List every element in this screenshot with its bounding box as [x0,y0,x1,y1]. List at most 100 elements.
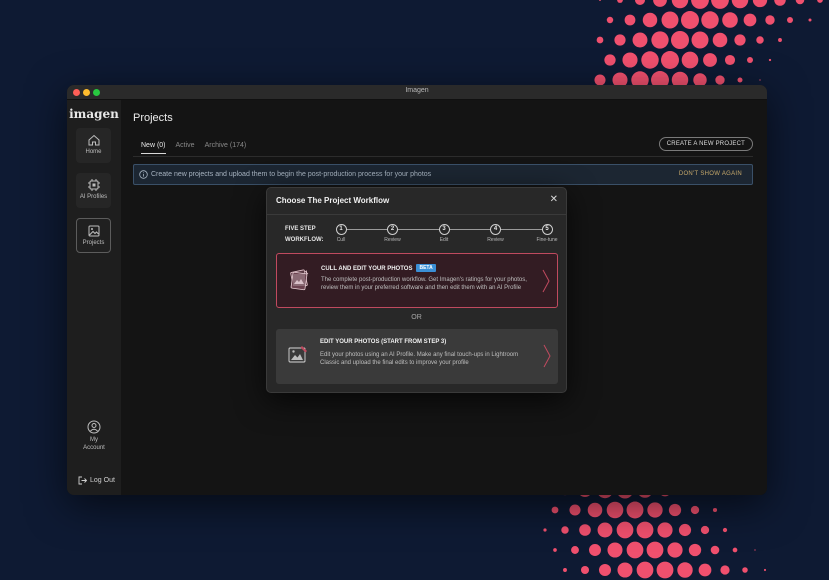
decorative-dot [636,521,654,539]
info-icon [139,170,148,179]
step-label: Edit [439,237,449,243]
decorative-dot [571,546,579,554]
edit-option-description: Edit your photos using an AI Profile. Ma… [320,352,519,366]
beta-badge: BETA [416,264,436,272]
decorative-dot [606,16,614,24]
dialog-title: Choose The Project Workflow [276,196,390,205]
step-label: Cull [336,237,346,243]
decorative-dot [626,541,644,559]
decorative-dot [710,545,720,555]
decorative-dot [703,53,717,67]
decorative-dot [543,528,547,532]
decorative-dot [712,507,718,513]
close-icon[interactable]: ✕ [550,194,558,205]
my-account-button[interactable]: My Account [67,420,121,452]
decorative-dot [587,502,603,518]
decorative-dot [632,32,648,48]
step-2: 2 Review [378,224,408,243]
decorative-dot [787,17,793,23]
decorative-dot [657,522,673,538]
chevron-right-icon [543,344,551,368]
sidebar-item-projects[interactable]: Projects [76,218,111,253]
step-number: 5 [541,224,553,235]
decorative-dot [651,31,669,49]
decorative-dot [778,38,782,42]
decorative-dot [636,561,654,579]
decorative-dot [691,31,709,49]
step-number: 3 [438,224,450,235]
workflow-dialog: Choose The Project Workflow ✕ FIVE STEP … [266,187,567,393]
decorative-dot [647,502,663,518]
decorative-dot [715,75,725,85]
decorative-dot [691,0,709,9]
decorative-dot [690,505,700,515]
decorative-dot [752,0,768,8]
step-number: 2 [387,224,398,235]
decorative-dot [711,0,729,9]
logout-button[interactable]: Log Out [78,476,115,485]
account-label-line1: My [90,437,98,443]
decorative-dot [606,501,624,519]
decorative-dot [774,0,786,6]
cull-and-edit-option[interactable]: CULL AND EDIT YOUR PHOTOS BETA The comple… [276,253,558,308]
info-banner: Create new projects and upload them to b… [133,164,753,185]
step-number: 1 [335,224,347,235]
sidebar-item-ai-profiles[interactable]: AI Profiles [76,173,111,208]
decorative-dot [734,34,746,46]
workflow-label-line1: FIVE STEP [285,226,316,232]
title-bar: Imagen [67,85,767,100]
decorative-dot [722,527,728,533]
decorative-dot [642,12,658,28]
page-title: Projects [133,112,173,124]
dont-show-again-button[interactable]: DON'T SHOW AGAIN [679,171,742,177]
or-separator: OR [411,314,422,321]
step-1: 1 Cull [326,224,356,243]
decorative-dot [681,51,699,69]
decorative-dot [561,526,569,534]
logout-label: Log Out [90,477,115,484]
decorative-dot [597,522,613,538]
tab-active[interactable]: Active [176,142,195,154]
logout-icon [78,476,87,485]
decorative-dot [656,561,674,579]
decorative-dot [596,36,604,44]
decorative-dot [661,11,679,29]
workflow-label-line2: WORKFLOW: [285,237,324,243]
decorative-dot [720,565,730,575]
create-new-project-button[interactable]: CREATE A NEW PROJECT [658,137,753,151]
decorative-dot [589,544,601,556]
sidebar-item-label: Home [85,149,102,155]
image-icon [88,225,99,237]
dialog-divider [267,214,566,215]
account-label-line2: Account [83,445,105,451]
user-icon [87,420,101,434]
tab-new[interactable]: New (0) [141,142,166,154]
tab-archive[interactable]: Archive (174) [205,142,247,154]
home-icon [88,134,99,146]
decorative-dot [634,0,646,6]
decorative-dot [742,567,748,573]
decorative-dot [668,503,682,517]
decorative-dot [756,36,764,44]
step-5: 5 Fine-tune [532,224,562,243]
cull-option-description: The complete post-production workflow. G… [321,277,527,291]
decorative-dot [604,54,616,66]
cull-title-text: CULL AND EDIT YOUR PHOTOS [321,266,413,272]
decorative-dot [607,542,623,558]
decorative-dot [671,31,689,49]
decorative-dot [622,52,638,68]
decorative-dot [569,504,581,516]
project-tabs: New (0) Active Archive (174) [141,142,246,154]
window-title: Imagen [405,87,429,94]
decorative-dot [677,562,693,578]
decorative-dot [759,79,761,81]
decorative-dot [653,0,667,7]
decorative-dot [731,0,749,9]
decorative-dot [701,11,719,29]
sidebar-item-label: AI Profiles [79,194,108,200]
decorative-dot [737,77,743,83]
sidebar-item-home[interactable]: Home [76,128,111,163]
decorative-dot [551,506,559,514]
sidebar-item-label: Projects [82,240,105,246]
edit-photos-option[interactable]: EDIT YOUR PHOTOS (START FROM STEP 3) Edi… [276,329,558,384]
